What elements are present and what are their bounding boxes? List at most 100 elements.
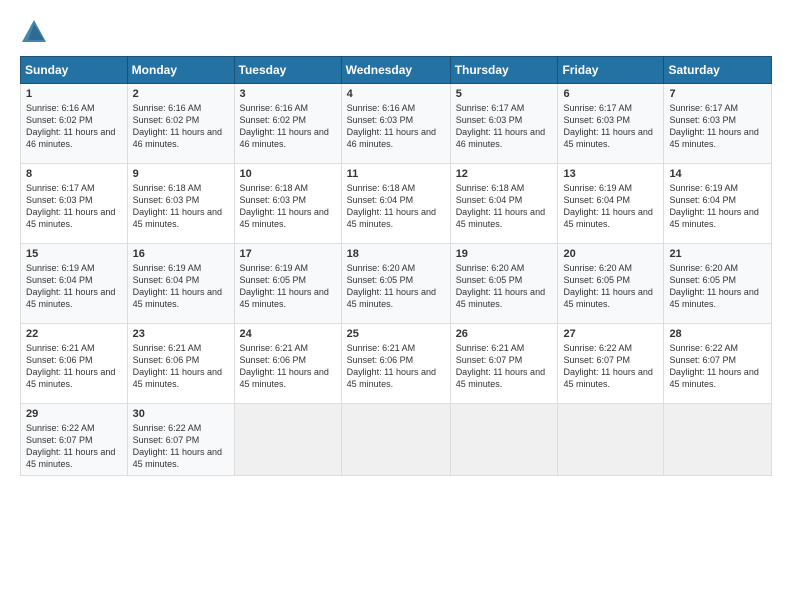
day-number: 24: [240, 328, 336, 340]
weekday-header-sunday: Sunday: [21, 57, 128, 84]
calendar: SundayMondayTuesdayWednesdayThursdayFrid…: [20, 56, 772, 476]
day-info: Sunrise: 6:21 AMSunset: 6:07 PMDaylight:…: [456, 342, 553, 391]
day-number: 1: [26, 88, 122, 100]
table-row: [234, 404, 341, 476]
day-info: Sunrise: 6:16 AMSunset: 6:02 PMDaylight:…: [133, 102, 229, 151]
table-row: 30 Sunrise: 6:22 AMSunset: 6:07 PMDayligh…: [127, 404, 234, 476]
table-row: [558, 404, 664, 476]
table-row: 4Sunrise: 6:16 AMSunset: 6:03 PMDaylight…: [341, 84, 450, 164]
day-info: Sunrise: 6:19 AMSunset: 6:05 PMDaylight:…: [240, 262, 336, 311]
table-row: 22 Sunrise: 6:21 AMSunset: 6:06 PMDayligh…: [21, 324, 128, 404]
day-number: 17: [240, 248, 336, 260]
table-row: 25 Sunrise: 6:21 AMSunset: 6:06 PMDayligh…: [341, 324, 450, 404]
day-number: 30: [133, 408, 229, 420]
table-row: 10Sunrise: 6:18 AMSunset: 6:03 PMDayligh…: [234, 164, 341, 244]
table-row: 14Sunrise: 6:19 AMSunset: 6:04 PMDayligh…: [664, 164, 772, 244]
day-number: 13: [563, 168, 658, 180]
day-info: Sunrise: 6:22 AMSunset: 6:07 PMDaylight:…: [563, 342, 658, 391]
weekday-header-tuesday: Tuesday: [234, 57, 341, 84]
header: [20, 18, 772, 46]
day-info: Sunrise: 6:21 AMSunset: 6:06 PMDaylight:…: [347, 342, 445, 391]
table-row: 23 Sunrise: 6:21 AMSunset: 6:06 PMDayligh…: [127, 324, 234, 404]
table-row: 24Sunrise: 6:21 AMSunset: 6:06 PMDayligh…: [234, 324, 341, 404]
day-number: 29: [26, 408, 122, 420]
day-info: Sunrise: 6:21 AMSunset: 6:06 PMDaylight:…: [26, 342, 122, 391]
table-row: [664, 404, 772, 476]
calendar-week-3: 15 Sunrise: 6:19 AMSunset: 6:04 PMDayligh…: [21, 244, 772, 324]
day-info: Sunrise: 6:17 AMSunset: 6:03 PMDaylight:…: [456, 102, 553, 151]
table-row: 13 Sunrise: 6:19 AMSunset: 6:04 PMDayligh…: [558, 164, 664, 244]
day-number: 23: [133, 328, 229, 340]
weekday-header-wednesday: Wednesday: [341, 57, 450, 84]
day-number: 5: [456, 88, 553, 100]
day-info: Sunrise: 6:22 AMSunset: 6:07 PMDaylight:…: [26, 422, 122, 471]
day-number: 7: [669, 88, 766, 100]
day-info: Sunrise: 6:19 AMSunset: 6:04 PMDaylight:…: [669, 182, 766, 231]
day-number: 21: [669, 248, 766, 260]
day-info: Sunrise: 6:18 AMSunset: 6:03 PMDaylight:…: [133, 182, 229, 231]
table-row: 3 Sunrise: 6:16 AMSunset: 6:02 PMDaylight…: [234, 84, 341, 164]
day-info: Sunrise: 6:22 AMSunset: 6:07 PMDaylight:…: [669, 342, 766, 391]
table-row: 29 Sunrise: 6:22 AMSunset: 6:07 PMDayligh…: [21, 404, 128, 476]
logo: [20, 18, 52, 46]
day-number: 28: [669, 328, 766, 340]
day-info: Sunrise: 6:17 AMSunset: 6:03 PMDaylight:…: [669, 102, 766, 151]
day-number: 3: [240, 88, 336, 100]
table-row: 18 Sunrise: 6:20 AMSunset: 6:05 PMDayligh…: [341, 244, 450, 324]
table-row: 19Sunrise: 6:20 AMSunset: 6:05 PMDayligh…: [450, 244, 558, 324]
table-row: 20 Sunrise: 6:20 AMSunset: 6:05 PMDayligh…: [558, 244, 664, 324]
table-row: 9 Sunrise: 6:18 AMSunset: 6:03 PMDaylight…: [127, 164, 234, 244]
table-row: [450, 404, 558, 476]
table-row: 1 Sunrise: 6:16 AMSunset: 6:02 PMDaylight…: [21, 84, 128, 164]
weekday-header-friday: Friday: [558, 57, 664, 84]
table-row: 11Sunrise: 6:18 AMSunset: 6:04 PMDayligh…: [341, 164, 450, 244]
day-number: 9: [133, 168, 229, 180]
calendar-header-row: SundayMondayTuesdayWednesdayThursdayFrid…: [21, 57, 772, 84]
day-info: Sunrise: 6:22 AMSunset: 6:07 PMDaylight:…: [133, 422, 229, 471]
table-row: 16Sunrise: 6:19 AMSunset: 6:04 PMDayligh…: [127, 244, 234, 324]
day-info: Sunrise: 6:19 AMSunset: 6:04 PMDaylight:…: [563, 182, 658, 231]
day-info: Sunrise: 6:18 AMSunset: 6:04 PMDaylight:…: [456, 182, 553, 231]
table-row: 6 Sunrise: 6:17 AMSunset: 6:03 PMDaylight…: [558, 84, 664, 164]
table-row: 15 Sunrise: 6:19 AMSunset: 6:04 PMDayligh…: [21, 244, 128, 324]
table-row: 12 Sunrise: 6:18 AMSunset: 6:04 PMDayligh…: [450, 164, 558, 244]
day-info: Sunrise: 6:17 AMSunset: 6:03 PMDaylight:…: [563, 102, 658, 151]
table-row: [341, 404, 450, 476]
day-number: 6: [563, 88, 658, 100]
weekday-header-saturday: Saturday: [664, 57, 772, 84]
day-number: 27: [563, 328, 658, 340]
day-info: Sunrise: 6:20 AMSunset: 6:05 PMDaylight:…: [347, 262, 445, 311]
day-info: Sunrise: 6:16 AMSunset: 6:02 PMDaylight:…: [26, 102, 122, 151]
day-info: Sunrise: 6:16 AMSunset: 6:02 PMDaylight:…: [240, 102, 336, 151]
day-number: 16: [133, 248, 229, 260]
table-row: 28 Sunrise: 6:22 AMSunset: 6:07 PMDayligh…: [664, 324, 772, 404]
day-info: Sunrise: 6:17 AMSunset: 6:03 PMDaylight:…: [26, 182, 122, 231]
day-number: 22: [26, 328, 122, 340]
day-info: Sunrise: 6:20 AMSunset: 6:05 PMDaylight:…: [669, 262, 766, 311]
day-info: Sunrise: 6:16 AMSunset: 6:03 PMDaylight:…: [347, 102, 445, 151]
calendar-week-4: 22 Sunrise: 6:21 AMSunset: 6:06 PMDayligh…: [21, 324, 772, 404]
calendar-week-1: 1 Sunrise: 6:16 AMSunset: 6:02 PMDaylight…: [21, 84, 772, 164]
weekday-header-monday: Monday: [127, 57, 234, 84]
day-number: 26: [456, 328, 553, 340]
day-number: 12: [456, 168, 553, 180]
day-info: Sunrise: 6:19 AMSunset: 6:04 PMDaylight:…: [26, 262, 122, 311]
day-number: 25: [347, 328, 445, 340]
calendar-week-5: 29 Sunrise: 6:22 AMSunset: 6:07 PMDayligh…: [21, 404, 772, 476]
day-number: 15: [26, 248, 122, 260]
table-row: 7 Sunrise: 6:17 AMSunset: 6:03 PMDaylight…: [664, 84, 772, 164]
logo-icon: [20, 18, 48, 46]
day-number: 18: [347, 248, 445, 260]
table-row: 21 Sunrise: 6:20 AMSunset: 6:05 PMDayligh…: [664, 244, 772, 324]
day-number: 2: [133, 88, 229, 100]
day-info: Sunrise: 6:18 AMSunset: 6:04 PMDaylight:…: [347, 182, 445, 231]
day-info: Sunrise: 6:20 AMSunset: 6:05 PMDaylight:…: [563, 262, 658, 311]
table-row: 27 Sunrise: 6:22 AMSunset: 6:07 PMDayligh…: [558, 324, 664, 404]
day-info: Sunrise: 6:20 AMSunset: 6:05 PMDaylight:…: [456, 262, 553, 311]
calendar-week-2: 8 Sunrise: 6:17 AMSunset: 6:03 PMDaylight…: [21, 164, 772, 244]
day-info: Sunrise: 6:21 AMSunset: 6:06 PMDaylight:…: [133, 342, 229, 391]
weekday-header-thursday: Thursday: [450, 57, 558, 84]
table-row: 8 Sunrise: 6:17 AMSunset: 6:03 PMDaylight…: [21, 164, 128, 244]
day-number: 20: [563, 248, 658, 260]
day-number: 8: [26, 168, 122, 180]
